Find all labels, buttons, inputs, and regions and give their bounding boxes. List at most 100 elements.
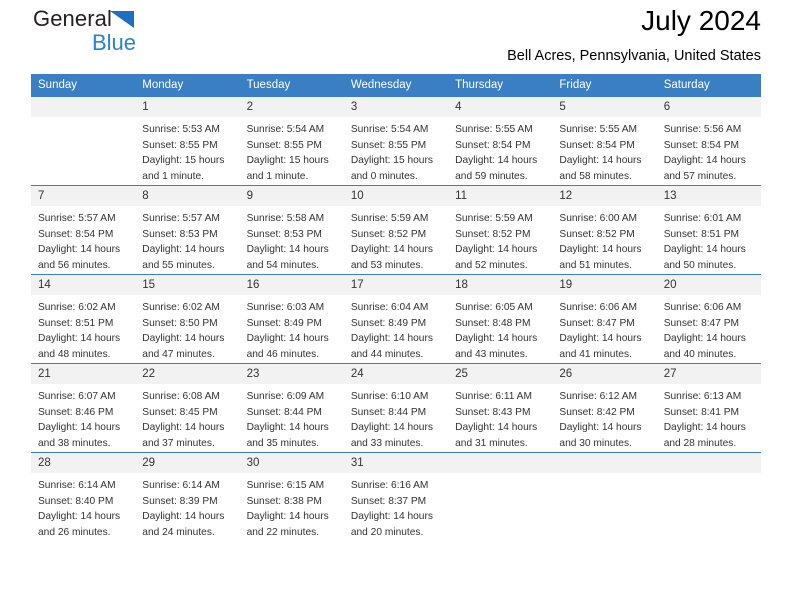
day-number: 8 [135, 186, 240, 207]
daylight-text-line1: Daylight: 14 hours [559, 333, 642, 345]
calendar-day-cell[interactable]: 14 Sunrise: 6:02 AM Sunset: 8:51 PM Dayligh… [31, 274, 136, 364]
day-details: Sunrise: 6:11 AM Sunset: 8:43 PM Daylight:… [448, 384, 552, 451]
calendar-day-cell[interactable]: 16 Sunrise: 6:03 AM Sunset: 8:49 PM Dayligh… [239, 274, 344, 364]
calendar-day-cell[interactable]: 5 Sunrise: 5:55 AM Sunset: 8:54 PM Daylight… [552, 96, 657, 186]
daylight-text-line1: Daylight: 14 hours [246, 333, 329, 345]
calendar-day-cell[interactable]: 1 Sunrise: 5:53 AM Sunset: 8:55 PM Daylight… [135, 96, 240, 186]
calendar-day-cell[interactable]: 12 Sunrise: 6:00 AM Sunset: 8:52 PM Dayligh… [552, 185, 657, 275]
sunrise-text: Sunrise: 5:56 AM [663, 124, 742, 136]
daylight-text-line1: Daylight: 14 hours [455, 155, 538, 167]
daylight-text-line1: Daylight: 14 hours [663, 244, 746, 256]
calendar-day-cell[interactable]: 18 Sunrise: 6:05 AM Sunset: 8:48 PM Dayligh… [448, 274, 553, 364]
calendar-day-cell[interactable]: 31 Sunrise: 6:16 AM Sunset: 8:37 PM Dayligh… [343, 452, 449, 541]
day-details: Sunrise: 5:56 AM Sunset: 8:54 PM Daylight:… [657, 117, 761, 184]
calendar-day-cell[interactable]: 24 Sunrise: 6:10 AM Sunset: 8:44 PM Dayligh… [343, 363, 449, 453]
brand-logo[interactable]: General Blue [33, 8, 253, 64]
calendar-week-row: 28 Sunrise: 6:14 AM Sunset: 8:40 PM Dayligh… [31, 452, 761, 541]
sunrise-text: Sunrise: 5:57 AM [38, 213, 116, 225]
day-number: 25 [448, 364, 553, 385]
sunrise-text: Sunrise: 6:15 AM [246, 480, 325, 492]
day-number: 7 [31, 186, 136, 207]
sunrise-text: Sunrise: 6:05 AM [455, 302, 533, 314]
calendar-day-cell[interactable]: 8 Sunrise: 5:57 AM Sunset: 8:53 PM Daylight… [135, 185, 240, 275]
calendar-day-cell[interactable]: 22 Sunrise: 6:08 AM Sunset: 8:45 PM Dayligh… [135, 363, 240, 453]
calendar-day-cell[interactable]: 20 Sunrise: 6:06 AM Sunset: 8:47 PM Dayligh… [656, 274, 761, 364]
day-details: Sunrise: 6:06 AM Sunset: 8:47 PM Daylight:… [552, 295, 656, 362]
calendar-day-cell[interactable]: 27 Sunrise: 6:13 AM Sunset: 8:41 PM Dayligh… [656, 363, 761, 453]
calendar-day-cell[interactable]: 9 Sunrise: 5:58 AM Sunset: 8:53 PM Daylight… [239, 185, 344, 275]
day-number: 29 [135, 453, 240, 474]
location-subtitle: Bell Acres, Pennsylvania, United States [507, 47, 761, 64]
sunrise-sunset-calendar-table: Sunday Monday Tuesday Wednesday Thursday… [31, 74, 761, 541]
calendar-day-cell[interactable]: 3 Sunrise: 5:54 AM Sunset: 8:55 PM Daylight… [343, 96, 449, 186]
day-number: 16 [239, 275, 344, 296]
calendar-day-cell[interactable]: 15 Sunrise: 6:02 AM Sunset: 8:50 PM Dayligh… [135, 274, 240, 364]
daylight-text-line1: Daylight: 14 hours [246, 422, 329, 434]
calendar-day-cell[interactable]: 13 Sunrise: 6:01 AM Sunset: 8:51 PM Dayligh… [656, 185, 761, 275]
sunrise-text: Sunrise: 6:13 AM [663, 391, 742, 403]
weekday-header-monday: Monday [135, 74, 240, 97]
daylight-text-line1: Daylight: 14 hours [559, 155, 642, 167]
calendar-day-cell[interactable]: 19 Sunrise: 6:06 AM Sunset: 8:47 PM Dayligh… [552, 274, 657, 364]
calendar-day-cell[interactable]: 21 Sunrise: 6:07 AM Sunset: 8:46 PM Dayligh… [31, 363, 136, 453]
daylight-text-line1: Daylight: 14 hours [142, 511, 225, 523]
day-details: Sunrise: 6:16 AM Sunset: 8:37 PM Daylight:… [344, 473, 448, 540]
calendar-day-cell[interactable]: 6 Sunrise: 5:56 AM Sunset: 8:54 PM Daylight… [656, 96, 761, 186]
daylight-text-line2: and 0 minutes. [350, 170, 418, 182]
sunset-text: Sunset: 8:55 PM [142, 139, 218, 151]
daylight-text-line2: and 30 minutes. [559, 437, 632, 449]
calendar-day-cell[interactable]: 2 Sunrise: 5:54 AM Sunset: 8:55 PM Daylight… [239, 96, 344, 186]
sunset-text: Sunset: 8:44 PM [350, 406, 427, 418]
day-details: Sunrise: 6:08 AM Sunset: 8:45 PM Daylight:… [135, 384, 239, 451]
sunset-text: Sunset: 8:52 PM [455, 228, 531, 240]
day-details: Sunrise: 5:54 AM Sunset: 8:55 PM Daylight:… [240, 117, 344, 184]
calendar-day-cell[interactable]: 23 Sunrise: 6:09 AM Sunset: 8:44 PM Dayligh… [239, 363, 344, 453]
sunrise-text: Sunrise: 6:06 AM [559, 302, 637, 314]
day-number: 6 [656, 97, 761, 118]
daylight-text-line1: Daylight: 14 hours [455, 422, 538, 434]
daylight-text-line2: and 28 minutes. [663, 437, 737, 449]
daylight-text-line2: and 54 minutes. [246, 259, 320, 271]
calendar-day-cell[interactable]: 28 Sunrise: 6:14 AM Sunset: 8:40 PM Dayligh… [31, 452, 136, 541]
sunrise-text: Sunrise: 6:04 AM [350, 302, 429, 314]
sunset-text: Sunset: 8:48 PM [455, 317, 531, 329]
daylight-text-line2: and 38 minutes. [38, 437, 111, 449]
daylight-text-line2: and 1 minute. [142, 170, 205, 182]
calendar-day-cell[interactable]: 11 Sunrise: 5:59 AM Sunset: 8:52 PM Dayligh… [448, 185, 553, 275]
calendar-day-cell[interactable]: 26 Sunrise: 6:12 AM Sunset: 8:42 PM Dayligh… [552, 363, 657, 453]
day-number: 31 [343, 453, 449, 474]
sunrise-text: Sunrise: 6:12 AM [559, 391, 637, 403]
sunrise-text: Sunrise: 5:58 AM [246, 213, 325, 225]
daylight-text-line2: and 46 minutes. [246, 348, 320, 360]
day-number: 21 [31, 364, 136, 385]
daylight-text-line1: Daylight: 14 hours [559, 422, 642, 434]
day-details: Sunrise: 6:09 AM Sunset: 8:44 PM Daylight:… [240, 384, 344, 451]
calendar-day-cell[interactable]: 30 Sunrise: 6:15 AM Sunset: 8:38 PM Dayligh… [239, 452, 344, 541]
calendar-day-cell[interactable]: 4 Sunrise: 5:55 AM Sunset: 8:54 PM Daylight… [448, 96, 553, 186]
daylight-text-line1: Daylight: 14 hours [350, 422, 433, 434]
daylight-text-line1: Daylight: 14 hours [38, 244, 121, 256]
day-details: Sunrise: 6:02 AM Sunset: 8:51 PM Daylight:… [31, 295, 135, 362]
calendar-day-cell-empty [552, 452, 657, 541]
daylight-text-line2: and 58 minutes. [559, 170, 632, 182]
day-details: Sunrise: 6:01 AM Sunset: 8:51 PM Daylight:… [657, 206, 761, 273]
day-details: Sunrise: 6:00 AM Sunset: 8:52 PM Daylight:… [552, 206, 656, 273]
sunset-text: Sunset: 8:37 PM [350, 495, 427, 507]
day-number: 26 [552, 364, 657, 385]
calendar-day-cell[interactable]: 29 Sunrise: 6:14 AM Sunset: 8:39 PM Dayligh… [135, 452, 240, 541]
sunset-text: Sunset: 8:49 PM [350, 317, 427, 329]
calendar-week-row: 21 Sunrise: 6:07 AM Sunset: 8:46 PM Dayligh… [31, 363, 761, 453]
calendar-day-cell[interactable]: 7 Sunrise: 5:57 AM Sunset: 8:54 PM Daylight… [31, 185, 136, 275]
calendar-day-cell[interactable]: 10 Sunrise: 5:59 AM Sunset: 8:52 PM Dayligh… [343, 185, 449, 275]
day-number: 30 [239, 453, 344, 474]
calendar-week-row: 1 Sunrise: 5:53 AM Sunset: 8:55 PM Daylight… [31, 96, 761, 186]
sunset-text: Sunset: 8:53 PM [246, 228, 322, 240]
calendar-day-cell[interactable]: 25 Sunrise: 6:11 AM Sunset: 8:43 PM Dayligh… [448, 363, 553, 453]
daylight-text-line1: Daylight: 15 hours [142, 155, 225, 167]
sunset-text: Sunset: 8:41 PM [663, 406, 740, 418]
day-details: Sunrise: 6:10 AM Sunset: 8:44 PM Daylight:… [344, 384, 448, 451]
sunset-text: Sunset: 8:40 PM [38, 495, 114, 507]
sunrise-text: Sunrise: 6:11 AM [455, 391, 532, 403]
calendar-day-cell[interactable]: 17 Sunrise: 6:04 AM Sunset: 8:49 PM Dayligh… [343, 274, 449, 364]
sunset-text: Sunset: 8:45 PM [142, 406, 218, 418]
